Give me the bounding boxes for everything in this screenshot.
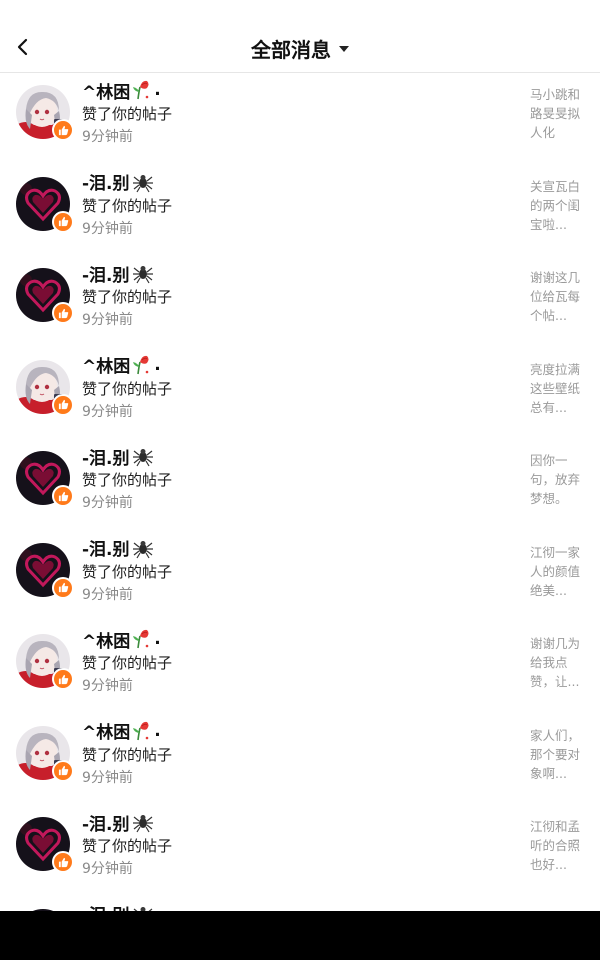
username-text: ^林困 [82, 357, 131, 377]
spider-icon [132, 262, 154, 284]
thumbs-up-icon [52, 759, 74, 782]
username[interactable]: ^林困. [82, 628, 161, 652]
post-snippet[interactable]: 亮度拉满这些壁纸总有... [530, 360, 586, 417]
rose-icon [132, 79, 152, 101]
caret-down-icon [339, 46, 349, 52]
timestamp: 9分钟前 [82, 678, 133, 694]
username-text: -泪.别 [82, 448, 130, 469]
username-suffix: . [154, 629, 161, 649]
username-text: -泪.别 [82, 814, 130, 835]
spider-icon [132, 537, 154, 559]
username-suffix: . [154, 354, 161, 375]
notification-action: 赞了你的帖子 [82, 288, 173, 306]
notification-action: 赞了你的帖子 [82, 105, 173, 123]
username[interactable]: -泪.别 [82, 171, 154, 194]
notification-item[interactable]: ^林困. 赞了你的帖子 9分钟前 谢谢几为给我点赞，让... [0, 622, 600, 714]
rose-icon [132, 628, 152, 650]
username[interactable]: -泪.别 [82, 901, 154, 911]
notification-item[interactable]: -泪.别赞了你的帖子 9分钟前 江彻和孟听的合照也好... [0, 805, 600, 897]
username-text: ^林困 [82, 723, 131, 743]
post-snippet[interactable]: 因你一句，放弃梦想。 [530, 451, 586, 508]
notification-item[interactable]: -泪.别赞了你的帖子 9分钟前 关宣瓦白的两个闺宝啦... [0, 165, 600, 257]
notification-item[interactable]: -泪.别赞了你的帖子 9分钟前 江彻一家人的颜值绝美... [0, 531, 600, 623]
spider-icon [132, 903, 154, 911]
thumbs-up-icon [52, 576, 74, 599]
notification-item[interactable]: -泪.别 [0, 897, 600, 911]
page-title: 全部消息 [251, 37, 331, 62]
username-suffix: . [154, 80, 161, 100]
username-text: -泪.别 [82, 174, 130, 194]
message-filter-dropdown[interactable]: 全部消息 [0, 32, 600, 64]
username-suffix: . [154, 720, 161, 741]
notification-list[interactable]: ^林困. 赞了你的帖子 9分钟前 马小跳和路旻旻拟人化 -泪.别 赞了你的帖子 9分钟前 关宣… [0, 73, 600, 911]
username[interactable]: ^林困. [82, 354, 161, 378]
post-snippet[interactable]: 江彻一家人的颜值绝美... [530, 543, 586, 600]
timestamp: 9分钟前 [82, 220, 133, 237]
spider-icon [132, 171, 154, 193]
rose-icon [132, 720, 152, 742]
thumbs-up-icon [52, 210, 74, 233]
notification-action: 赞了你的帖子 [82, 196, 173, 215]
spider-icon [132, 811, 154, 833]
post-snippet[interactable]: 谢谢这几位给瓦每个帖... [530, 268, 586, 325]
notification-action: 赞了你的帖子 [82, 379, 173, 398]
thumbs-up-icon [52, 119, 74, 141]
thumbs-up-icon [52, 393, 74, 416]
timestamp: 9分钟前 [82, 312, 133, 328]
username-text: ^林困 [82, 82, 131, 103]
timestamp: 9分钟前 [82, 769, 133, 786]
username[interactable]: -泪.别 [82, 445, 154, 469]
username[interactable]: -泪.别 [82, 262, 154, 286]
username-text: -泪.别 [82, 265, 130, 286]
thumbs-up-icon [52, 851, 74, 873]
post-snippet[interactable]: 马小跳和路旻旻拟人化 [530, 85, 586, 142]
timestamp: 9分钟前 [82, 129, 133, 145]
spider-icon [132, 445, 154, 467]
top-bar: 全部消息 [0, 0, 600, 73]
username[interactable]: -泪.别 [82, 537, 154, 560]
notification-item[interactable]: -泪.别赞了你的帖子 9分钟前 因你一句，放弃梦想。 [0, 439, 600, 531]
username[interactable]: -泪.别 [82, 811, 154, 835]
post-snippet[interactable]: 关宣瓦白的两个闺宝啦... [530, 177, 586, 234]
thumbs-up-icon [52, 668, 74, 690]
notification-action: 赞了你的帖子 [82, 837, 173, 855]
notification-item[interactable]: -泪.别赞了你的帖子 9分钟前 谢谢这几位给瓦每个帖... [0, 256, 600, 348]
rose-icon [132, 354, 152, 376]
username[interactable]: ^林困. [82, 720, 161, 744]
notification-item[interactable]: ^林困. 赞了你的帖子 9分钟前 家人们，那个要对象啊... [0, 714, 600, 806]
thumbs-up-icon [52, 302, 74, 324]
post-snippet[interactable]: 家人们，那个要对象啊... [530, 726, 586, 783]
notification-action: 赞了你的帖子 [82, 654, 173, 672]
notification-action: 赞了你的帖子 [82, 471, 173, 489]
notification-item[interactable]: ^林困. 赞了你的帖子 9分钟前 亮度拉满这些壁纸总有... [0, 348, 600, 440]
timestamp: 9分钟前 [82, 495, 133, 511]
timestamp: 9分钟前 [82, 861, 133, 877]
post-snippet[interactable]: 江彻和孟听的合照也好... [530, 817, 586, 874]
system-nav-bar [0, 911, 600, 960]
notification-item[interactable]: ^林困. 赞了你的帖子 9分钟前 马小跳和路旻旻拟人化 [0, 73, 600, 165]
post-snippet[interactable]: 谢谢几为给我点赞，让... [530, 634, 586, 691]
username[interactable]: ^林困. [82, 79, 161, 103]
username-text: -泪.别 [82, 540, 130, 560]
username-text: -泪.别 [82, 901, 130, 911]
notification-action: 赞了你的帖子 [82, 745, 173, 764]
timestamp: 9分钟前 [82, 403, 133, 420]
thumbs-up-icon [52, 485, 74, 507]
timestamp: 9分钟前 [82, 586, 133, 603]
username-text: ^林困 [82, 631, 131, 652]
notification-action: 赞了你的帖子 [82, 562, 173, 581]
